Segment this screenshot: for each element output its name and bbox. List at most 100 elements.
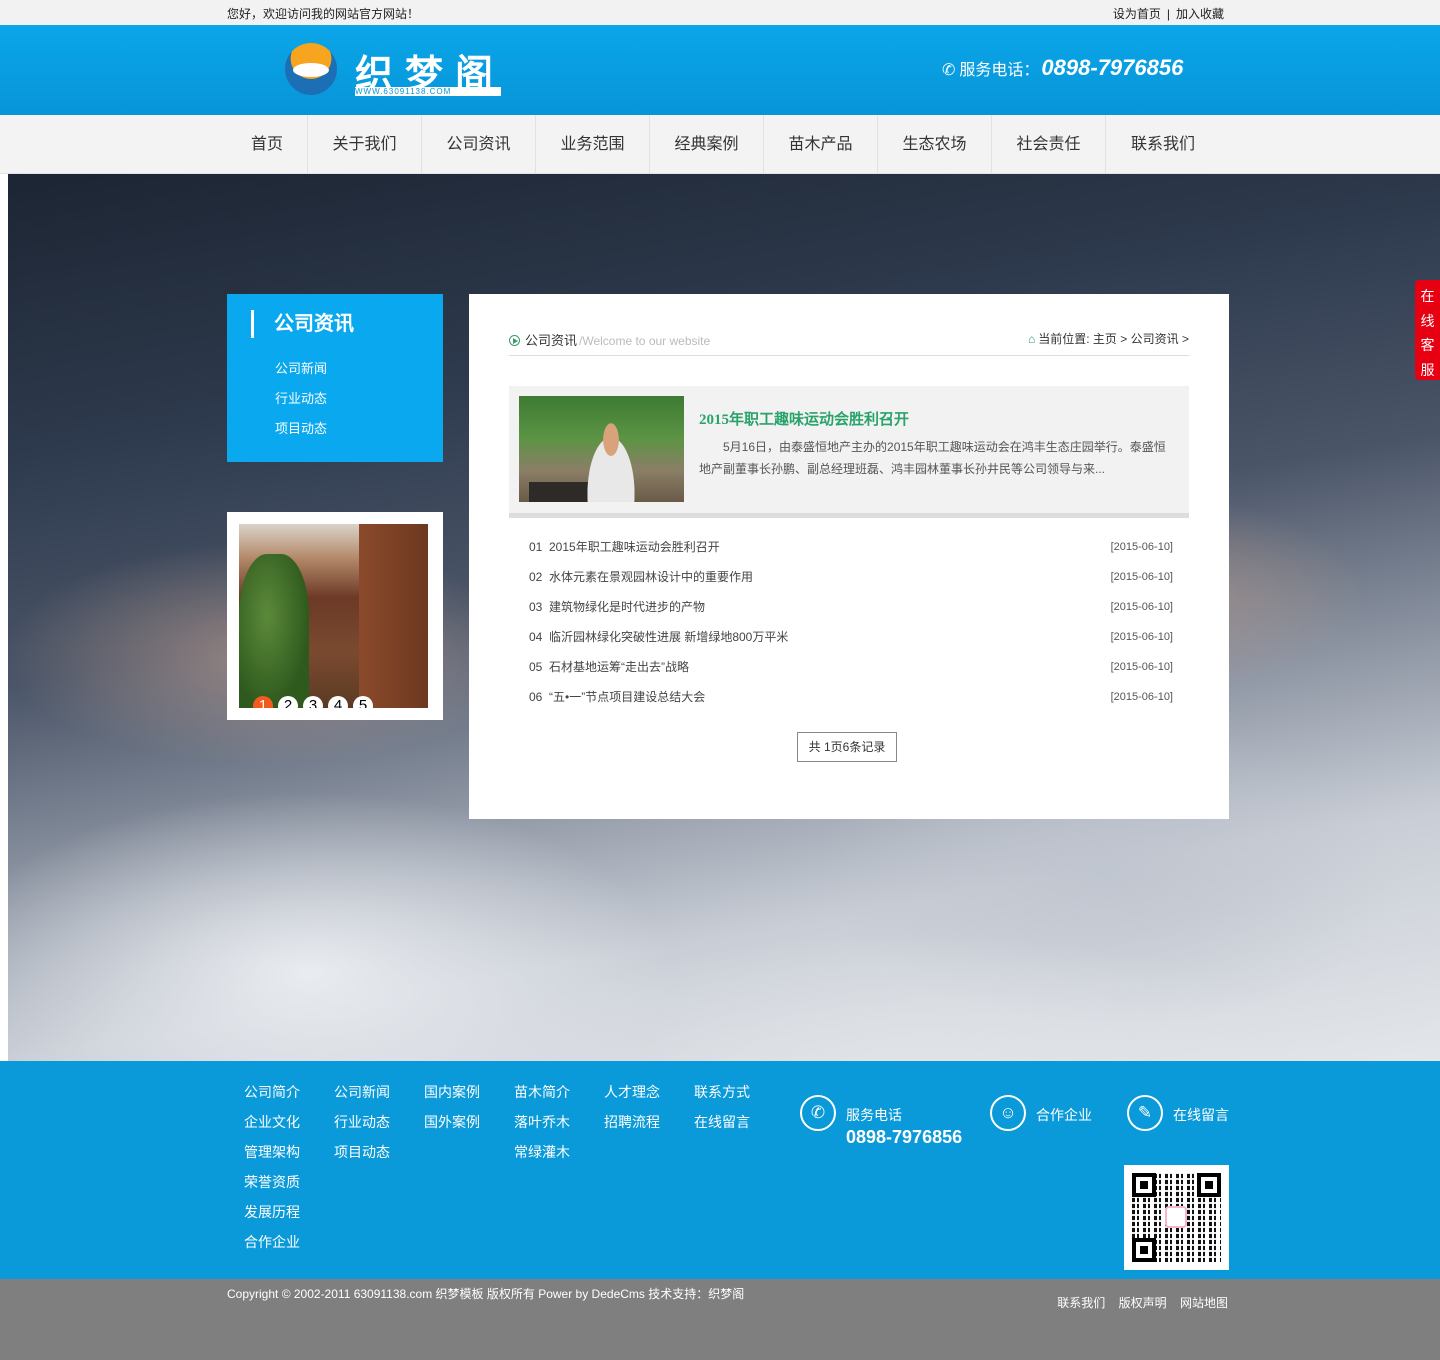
footer-link[interactable]: 常绿灌木 <box>514 1141 604 1171</box>
nav-item-products[interactable]: 苗木产品 <box>764 115 878 174</box>
footer-column: 公司新闻 行业动态 项目动态 <box>334 1081 424 1261</box>
bottom-link-sitemap[interactable]: 网站地图 <box>1180 1296 1228 1310</box>
footer-link[interactable]: 在线留言 <box>694 1111 784 1141</box>
breadcrumb-home[interactable]: 主页 <box>1093 332 1117 346</box>
slide-dot[interactable]: 2 <box>278 696 298 708</box>
set-home-link[interactable]: 设为首页 <box>1113 7 1161 21</box>
thumbnail-speaker <box>581 422 641 502</box>
nav-item-news[interactable]: 公司资讯 <box>422 115 536 174</box>
logo-mark-icon <box>285 43 337 95</box>
breadcrumb-separator: > <box>1181 332 1189 346</box>
list-item[interactable]: 06 “五•一”节点项目建设总结大会 [2015-06-10] <box>529 684 1173 714</box>
featured-thumbnail[interactable] <box>519 396 684 502</box>
main-nav: 首页 关于我们 公司资讯 业务范围 经典案例 苗木产品 生态农场 社会责任 联系… <box>0 115 1440 174</box>
article-title[interactable]: “五•一”节点项目建设总结大会 <box>549 690 705 704</box>
article-title[interactable]: 临沂园林绿化突破性进展 新增绿地800万平米 <box>549 630 788 644</box>
slide-dot[interactable]: 5 <box>353 696 373 708</box>
phone-icon: ✆ <box>942 62 956 79</box>
footer-column: 公司简介 企业文化 管理架构 荣誉资质 发展历程 合作企业 <box>244 1081 334 1261</box>
list-item[interactable]: 03 建筑物绿化是时代进步的产物 [2015-06-10] <box>529 594 1173 624</box>
article-number: 03 <box>529 600 543 614</box>
nav-item-responsibility[interactable]: 社会责任 <box>992 115 1106 174</box>
play-circle-icon <box>509 335 520 346</box>
footer-link[interactable]: 项目动态 <box>334 1141 424 1171</box>
footer: 公司简介 企业文化 管理架构 荣誉资质 发展历程 合作企业 公司新闻 行业动态 … <box>0 1061 1440 1279</box>
article-title[interactable]: 2015年职工趣味运动会胜利召开 <box>549 540 720 554</box>
top-bar: 您好，欢迎访问我的网站官方网站！ 设为首页 | 加入收藏 <box>0 0 1440 25</box>
online-service-char: 线 <box>1420 312 1435 329</box>
nav-item-home[interactable]: 首页 <box>227 115 308 174</box>
footer-link[interactable]: 行业动态 <box>334 1111 424 1141</box>
qr-finder <box>1132 1238 1156 1262</box>
online-service-char: 客 <box>1420 337 1435 353</box>
category-heading: 公司资讯/Welcome to our website <box>509 330 710 349</box>
footer-link[interactable]: 管理架构 <box>244 1141 334 1171</box>
nav-item-about[interactable]: 关于我们 <box>308 115 422 174</box>
top-links-separator: | <box>1166 7 1170 21</box>
footer-link[interactable]: 国外案例 <box>424 1111 514 1141</box>
message-icon: ✎ <box>1127 1095 1163 1131</box>
slide-dot[interactable]: 1 <box>253 696 273 708</box>
sidebar-slideshow: 1 2 3 4 5 <box>227 512 443 720</box>
user-icon: ☺ <box>990 1095 1026 1131</box>
footer-link[interactable]: 合作企业 <box>244 1231 334 1261</box>
footer-link[interactable]: 发展历程 <box>244 1201 334 1231</box>
slide-image-wall <box>359 524 428 708</box>
article-date: [2015-06-10] <box>1110 571 1173 583</box>
nav-item-farm[interactable]: 生态农场 <box>878 115 992 174</box>
article-title[interactable]: 石材基地运筹“走出去”战略 <box>549 660 689 674</box>
list-item[interactable]: 05 石材基地运筹“走出去”战略 [2015-06-10] <box>529 654 1173 684</box>
footer-link[interactable]: 国内案例 <box>424 1081 514 1111</box>
copyright-bar: Copyright © 2002-2011 63091138.com 织梦模板 … <box>0 1279 1440 1360</box>
footer-link[interactable]: 落叶乔木 <box>514 1111 604 1141</box>
footer-link[interactable]: 企业文化 <box>244 1111 334 1141</box>
nav-item-contact[interactable]: 联系我们 <box>1106 115 1220 174</box>
message-label[interactable]: 在线留言 <box>1173 1105 1229 1125</box>
footer-link[interactable]: 苗木简介 <box>514 1081 604 1111</box>
hotline-label: 服务电话： <box>959 62 1040 79</box>
list-item[interactable]: 01 2015年职工趣味运动会胜利召开 [2015-06-10] <box>529 534 1173 564</box>
footer-link[interactable]: 招聘流程 <box>604 1111 694 1141</box>
sidebar-item-projects[interactable]: 项目动态 <box>275 418 327 448</box>
nav-item-business[interactable]: 业务范围 <box>536 115 650 174</box>
footer-link[interactable]: 公司简介 <box>244 1081 334 1111</box>
home-icon: ⌂ <box>1027 332 1036 346</box>
slide-dot[interactable]: 3 <box>303 696 323 708</box>
pagination-info: 共 1页6条记录 <box>797 732 897 762</box>
featured-title[interactable]: 2015年职工趣味运动会胜利召开 <box>699 408 909 429</box>
qr-finder <box>1132 1173 1156 1197</box>
footer-column: 国内案例 国外案例 <box>424 1081 514 1261</box>
online-service-tab[interactable]: 在 线 客 服 <box>1415 280 1440 380</box>
sidebar-title: 公司资讯 <box>251 310 354 338</box>
nav-item-cases[interactable]: 经典案例 <box>650 115 764 174</box>
footer-link[interactable]: 公司新闻 <box>334 1081 424 1111</box>
list-item[interactable]: 02 水体元素在景观园林设计中的重要作用 [2015-06-10] <box>529 564 1173 594</box>
bottom-link-contact[interactable]: 联系我们 <box>1057 1296 1105 1310</box>
list-item[interactable]: 04 临沂园林绿化突破性进展 新增绿地800万平米 [2015-06-10] <box>529 624 1173 654</box>
footer-link[interactable]: 联系方式 <box>694 1081 784 1111</box>
add-favorite-link[interactable]: 加入收藏 <box>1176 7 1224 21</box>
slide-dot[interactable]: 4 <box>328 696 348 708</box>
article-date: [2015-06-10] <box>1110 631 1173 643</box>
article-title[interactable]: 水体元素在景观园林设计中的重要作用 <box>549 570 753 584</box>
qr-code <box>1124 1165 1229 1270</box>
bottom-link-copyright[interactable]: 版权声明 <box>1119 1296 1167 1310</box>
article-number: 05 <box>529 660 543 674</box>
featured-article: 2015年职工趣味运动会胜利召开 5月16日，由泰盛恒地产主办的2015年职工趣… <box>509 386 1189 518</box>
copyright-text: Copyright © 2002-2011 63091138.com 织梦模板 … <box>227 1287 745 1301</box>
breadcrumb-separator: > <box>1120 332 1128 346</box>
footer-link[interactable]: 人才理念 <box>604 1081 694 1111</box>
footer-link[interactable]: 荣誉资质 <box>244 1171 334 1201</box>
sidebar-item-company-news[interactable]: 公司新闻 <box>275 358 327 388</box>
partner-label[interactable]: 合作企业 <box>1036 1105 1092 1125</box>
breadcrumb: ⌂ 当前位置: 主页 > 公司资讯 > <box>1028 330 1189 347</box>
qr-finder <box>1197 1173 1221 1197</box>
breadcrumb-current[interactable]: 公司资讯 <box>1131 332 1179 346</box>
logo[interactable]: 织梦阁 WWW.63091138.COM <box>285 41 505 99</box>
footer-column: 联系方式 在线留言 <box>694 1081 784 1261</box>
sidebar-item-industry[interactable]: 行业动态 <box>275 388 327 418</box>
article-date: [2015-06-10] <box>1110 661 1173 673</box>
slide-image[interactable]: 1 2 3 4 5 <box>239 524 428 708</box>
article-number: 01 <box>529 540 543 554</box>
article-title[interactable]: 建筑物绿化是时代进步的产物 <box>549 600 705 614</box>
